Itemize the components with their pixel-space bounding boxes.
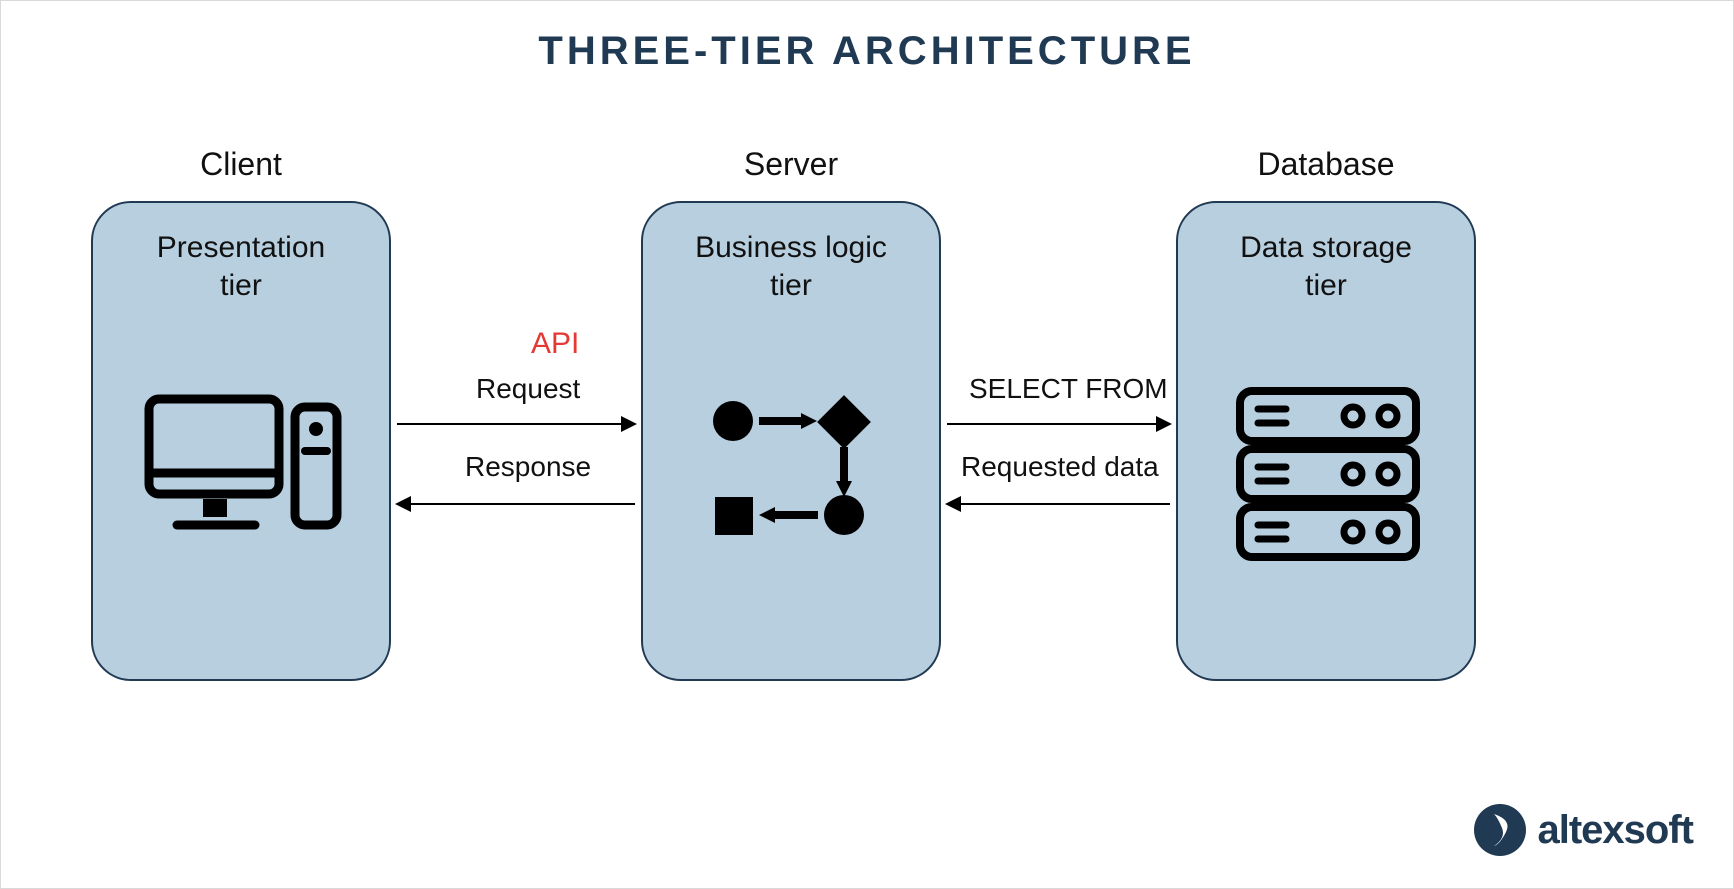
select-arrow xyxy=(947,423,1170,425)
altexsoft-logo-icon xyxy=(1472,802,1528,858)
database-header: Database xyxy=(1176,146,1476,183)
database-tier-title: Data storagetier xyxy=(1178,229,1474,304)
server-tier-title: Business logictier xyxy=(643,229,939,304)
data-return-arrow xyxy=(947,503,1170,505)
request-arrow xyxy=(397,423,635,425)
database-tier-box: Data storagetier xyxy=(1176,201,1476,681)
response-arrow xyxy=(397,503,635,505)
server-stack-icon xyxy=(1228,383,1428,573)
response-label: Response xyxy=(465,451,591,483)
diagram-canvas: THREE-TIER ARCHITECTURE Client Server Da… xyxy=(0,0,1734,889)
client-tier-title: Presentationtier xyxy=(93,229,389,304)
server-header: Server xyxy=(641,146,941,183)
request-label: Request xyxy=(476,373,580,405)
client-tier-box: Presentationtier xyxy=(91,201,391,681)
requested-data-label: Requested data xyxy=(961,451,1159,483)
page-title: THREE-TIER ARCHITECTURE xyxy=(1,29,1733,74)
server-tier-box: Business logictier xyxy=(641,201,941,681)
select-from-label: SELECT FROM xyxy=(969,373,1168,405)
brand-logo: altexsoft xyxy=(1472,802,1694,858)
flowchart-icon xyxy=(705,393,885,543)
api-label: API xyxy=(531,327,579,361)
brand-name: altexsoft xyxy=(1538,808,1694,853)
desktop-computer-icon xyxy=(143,393,343,553)
client-header: Client xyxy=(91,146,391,183)
